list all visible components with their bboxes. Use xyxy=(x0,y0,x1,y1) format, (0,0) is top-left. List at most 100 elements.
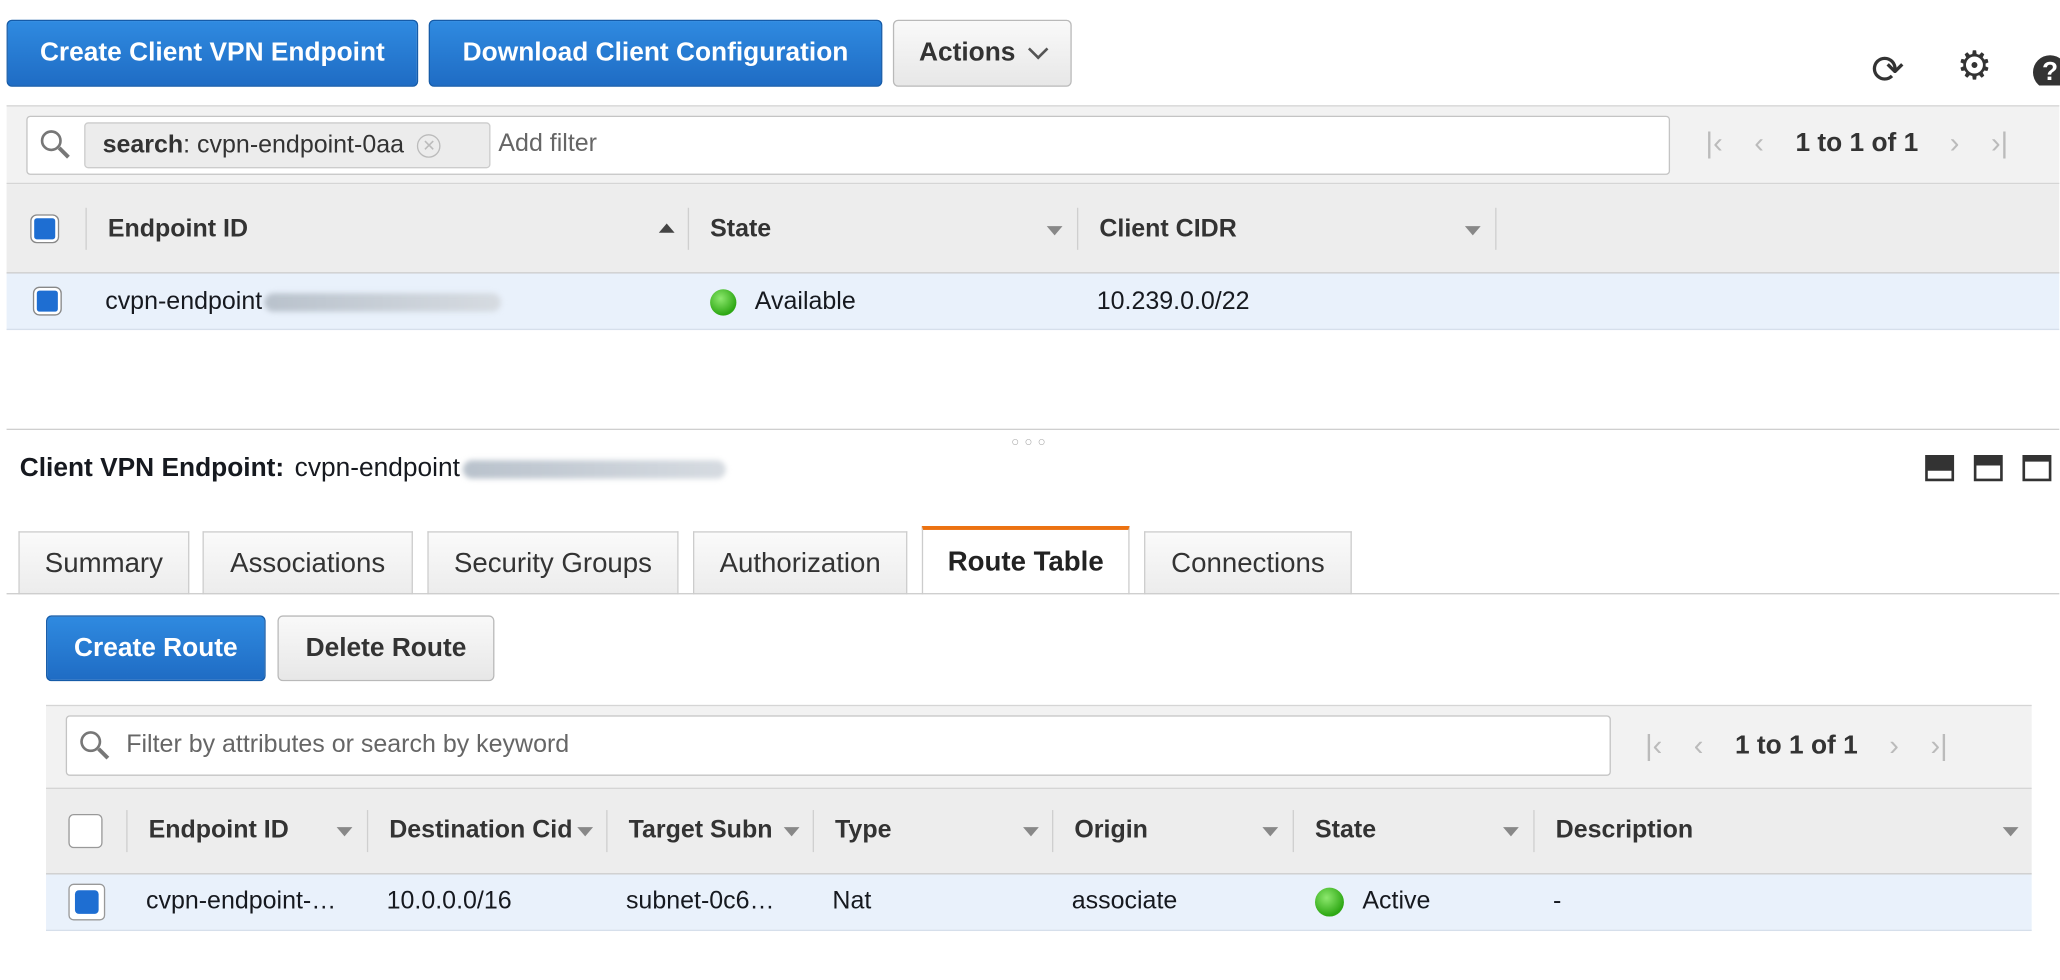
route-origin-cell: associate xyxy=(1071,887,1178,916)
column-separator xyxy=(1533,810,1535,853)
column-header-description[interactable]: Description xyxy=(1556,811,1693,850)
column-header-target-subnet[interactable]: Target Subn xyxy=(629,811,782,850)
panel-maximize-icon[interactable] xyxy=(2022,454,2052,482)
route-search-box[interactable]: Filter by attributes or search by keywor… xyxy=(65,715,1611,776)
state-text: Available xyxy=(754,287,856,316)
endpoint-id-cell: cvpn-endpoint xyxy=(105,284,502,321)
column-separator xyxy=(606,810,608,853)
splitter-grip-icon[interactable]: ○○○ xyxy=(1011,435,1051,449)
tab-connections[interactable]: Connections xyxy=(1144,531,1352,595)
table-row[interactable] xyxy=(46,874,2032,932)
token-value: : cvpn-endpoint-0aa xyxy=(183,130,405,159)
panel-split-icon[interactable] xyxy=(1973,454,2003,482)
first-page-icon[interactable]: |‹ xyxy=(1706,126,1723,160)
add-filter-input[interactable]: Add filter xyxy=(498,130,597,159)
endpoint-id-text: cvpn-endpoint xyxy=(105,287,263,316)
route-endpoint-id-cell: cvpn-endpoint-… xyxy=(145,887,337,916)
sort-ascending-icon[interactable] xyxy=(658,223,675,233)
route-destination-cidr-cell: 10.0.0.0/16 xyxy=(386,887,512,916)
detail-title-label: Client VPN Endpoint: xyxy=(19,453,285,483)
column-separator xyxy=(1052,810,1054,853)
last-page-icon[interactable]: ›| xyxy=(1991,126,2008,160)
column-separator xyxy=(812,810,814,853)
column-separator xyxy=(1292,810,1294,853)
column-header-client-cidr[interactable]: Client CIDR xyxy=(1099,210,1236,249)
route-description-cell: - xyxy=(1553,887,1562,916)
route-row-checkbox-frame[interactable] xyxy=(68,883,106,921)
column-separator xyxy=(1076,207,1079,250)
sort-dropdown-icon[interactable] xyxy=(1503,827,1519,837)
actions-dropdown-button[interactable]: Actions xyxy=(892,19,1072,87)
sort-dropdown-icon[interactable] xyxy=(1046,226,1063,236)
tab-security-groups[interactable]: Security Groups xyxy=(427,531,679,595)
route-target-subnet-cell: subnet-0c6… xyxy=(625,887,775,916)
prev-page-icon[interactable]: ‹ xyxy=(1694,729,1704,763)
sort-dropdown-icon[interactable] xyxy=(783,827,800,837)
search-icon xyxy=(40,130,62,152)
download-client-configuration-button[interactable]: Download Client Configuration xyxy=(428,19,883,87)
search-icon xyxy=(80,731,102,753)
column-header-type[interactable]: Type xyxy=(835,811,891,850)
status-available-icon xyxy=(710,289,737,316)
column-header-endpoint-id[interactable]: Endpoint ID xyxy=(149,811,289,850)
column-header-endpoint-id[interactable]: Endpoint ID xyxy=(108,210,248,249)
row-checkbox[interactable] xyxy=(34,287,61,315)
route-pager: |‹ ‹ 1 to 1 of 1 › ›| xyxy=(1629,729,1963,763)
state-cell: Available xyxy=(710,284,856,321)
refresh-icon[interactable]: ⟳ xyxy=(1871,47,1904,93)
gear-icon[interactable]: ⚙ xyxy=(1957,43,1992,89)
last-page-icon[interactable]: ›| xyxy=(1931,729,1948,763)
column-header-state[interactable]: State xyxy=(1315,811,1376,850)
first-page-icon[interactable]: |‹ xyxy=(1645,729,1662,763)
status-active-icon xyxy=(1315,887,1344,917)
sort-dropdown-icon[interactable] xyxy=(1023,827,1039,837)
checkbox-checked-mark xyxy=(74,890,99,914)
next-page-icon[interactable]: › xyxy=(1950,126,1960,160)
next-page-icon[interactable]: › xyxy=(1889,729,1899,763)
column-separator xyxy=(687,207,690,250)
sort-dropdown-icon[interactable] xyxy=(2002,827,2019,837)
delete-route-button[interactable]: Delete Route xyxy=(277,615,495,682)
pager-text: 1 to 1 of 1 xyxy=(1795,128,1919,158)
detail-title: Client VPN Endpoint: cvpn-endpoint xyxy=(20,454,726,484)
tab-associations[interactable]: Associations xyxy=(202,531,413,595)
sort-dropdown-icon[interactable] xyxy=(577,827,594,837)
route-type-cell: Nat xyxy=(832,887,872,916)
sort-dropdown-icon[interactable] xyxy=(336,827,353,837)
sort-dropdown-icon[interactable] xyxy=(1464,226,1481,236)
chevron-down-icon xyxy=(1028,39,1049,60)
pane-splitter[interactable] xyxy=(6,428,2060,431)
detail-title-value: cvpn-endpoint xyxy=(294,453,460,483)
top-pager: |‹ ‹ 1 to 1 of 1 › ›| xyxy=(1690,126,2024,160)
column-separator xyxy=(1495,207,1497,250)
top-table-header xyxy=(6,184,2060,274)
select-all-checkbox[interactable] xyxy=(31,215,58,242)
route-state-text: Active xyxy=(1362,887,1431,916)
create-route-button[interactable]: Create Route xyxy=(46,615,266,682)
column-header-state[interactable]: State xyxy=(710,210,771,249)
panel-bottom-icon[interactable] xyxy=(1925,454,1955,482)
create-client-vpn-endpoint-button[interactable]: Create Client VPN Endpoint xyxy=(6,19,419,87)
column-separator xyxy=(366,810,369,853)
remove-token-icon[interactable]: ✕ xyxy=(417,133,441,158)
tab-route-table[interactable]: Route Table xyxy=(921,526,1130,595)
pager-text: 1 to 1 of 1 xyxy=(1734,730,1858,760)
client-cidr-cell: 10.239.0.0/22 xyxy=(1096,287,1250,316)
column-header-origin[interactable]: Origin xyxy=(1074,811,1148,850)
sort-dropdown-icon[interactable] xyxy=(1262,827,1279,837)
tab-summary[interactable]: Summary xyxy=(18,531,190,595)
actions-label: Actions xyxy=(918,38,1016,68)
column-separator xyxy=(85,207,87,250)
prev-page-icon[interactable]: ‹ xyxy=(1754,126,1764,160)
top-search-box[interactable]: search : cvpn-endpoint-0aa ✕ Add filter xyxy=(26,115,1671,175)
tab-authorization[interactable]: Authorization xyxy=(693,531,908,595)
search-filter-token[interactable]: search : cvpn-endpoint-0aa ✕ xyxy=(84,122,491,169)
route-select-all-checkbox[interactable] xyxy=(68,813,103,849)
help-icon[interactable]: ? xyxy=(2032,46,2060,86)
column-separator xyxy=(126,810,128,853)
token-key: search xyxy=(102,130,184,159)
column-header-destination-cidr[interactable]: Destination Cid xyxy=(389,811,573,850)
redacted-id xyxy=(264,293,502,312)
redacted-id xyxy=(462,459,726,479)
route-filter-input[interactable]: Filter by attributes or search by keywor… xyxy=(126,731,569,760)
